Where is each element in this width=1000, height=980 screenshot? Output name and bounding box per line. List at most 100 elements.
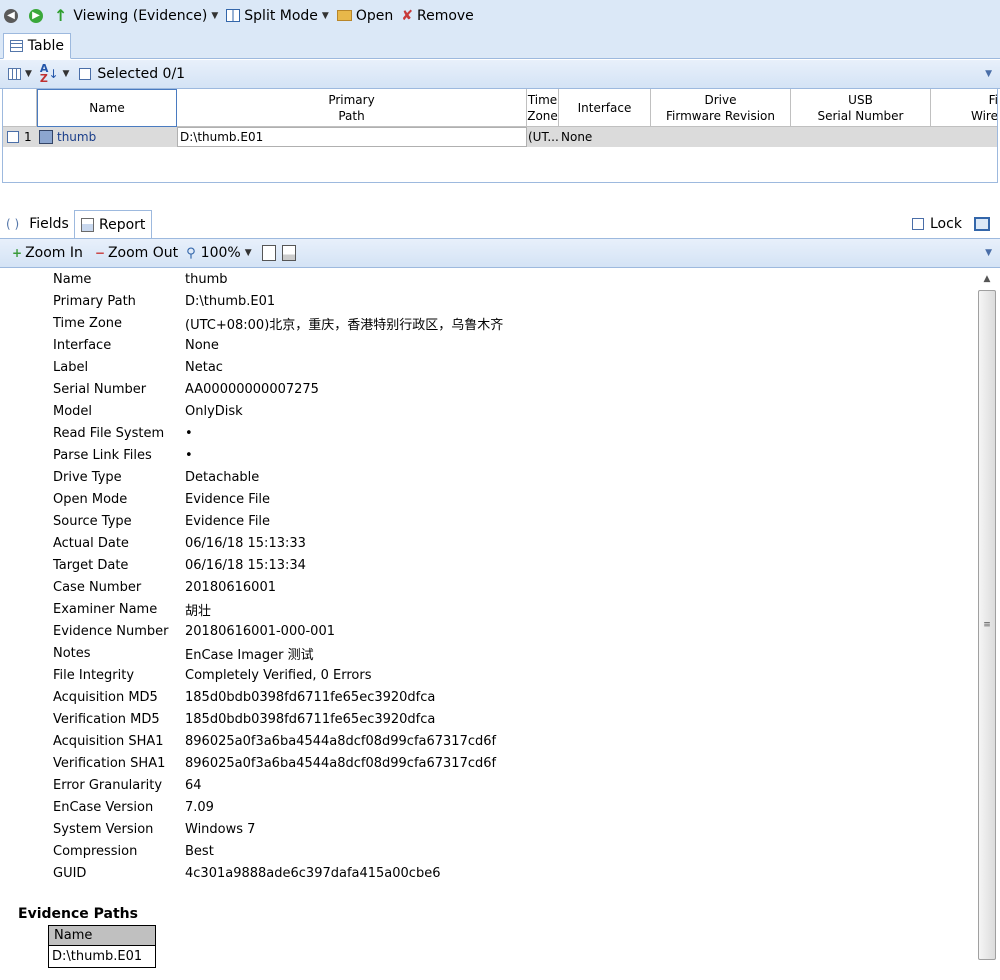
print-icon[interactable] xyxy=(281,245,296,261)
split-mode-button[interactable]: Split Mode ▼ xyxy=(226,8,329,24)
report-field-value: 7.09 xyxy=(185,799,214,815)
report-field-label: Verification SHA1 xyxy=(53,755,166,771)
scroll-right-icon[interactable]: ▶ xyxy=(979,181,997,182)
report-field-value: 896025a0f3a6ba4544a8dcf08d99cfa67317cd6f xyxy=(185,755,497,771)
col-header-primary-path[interactable]: Primary Path xyxy=(177,89,527,127)
row-checkbox[interactable] xyxy=(7,127,19,147)
report-field-label: Actual Date xyxy=(53,535,129,551)
sort-icon[interactable]: AZ xyxy=(40,63,49,84)
vertical-scrollbar[interactable]: ▲ ≡ xyxy=(977,268,997,980)
report-field-row: Interface None xyxy=(0,334,975,356)
folder-open-icon xyxy=(336,10,352,21)
window-restore-icon[interactable] xyxy=(974,217,990,231)
back-button[interactable]: ◀ xyxy=(4,8,21,23)
report-field-value: None xyxy=(185,337,219,353)
row-name-cell[interactable]: thumb xyxy=(39,127,96,147)
zoom-in-button[interactable]: Zoom In xyxy=(25,245,83,261)
report-field-label: Acquisition SHA1 xyxy=(53,733,164,749)
chevron-down-icon[interactable]: ▼ xyxy=(25,69,32,79)
report-field-value: 185d0bdb0398fd6711fe65ec3920dfca xyxy=(185,711,436,727)
report-field-label: Read File System xyxy=(53,425,165,441)
report-field-row: Actual Date 06/16/18 15:13:33 xyxy=(0,532,975,554)
scroll-left-icon[interactable]: ◀ xyxy=(5,181,25,182)
report-field-value: EnCase Imager 测试 xyxy=(185,647,314,663)
remove-button[interactable]: ✘ Remove xyxy=(401,8,474,24)
report-field-value: Best xyxy=(185,843,214,859)
report-field-label: Notes xyxy=(53,645,91,661)
report-field-label: Interface xyxy=(53,337,112,353)
report-field-label: Examiner Name xyxy=(53,601,158,617)
report-field-label: Primary Path xyxy=(53,293,136,309)
report-field-row: Label Netac xyxy=(0,356,975,378)
report-field-row: Error Granularity 64 xyxy=(0,774,975,796)
report-field-label: Open Mode xyxy=(53,491,128,507)
forward-arrow-icon: ▶ xyxy=(29,8,43,23)
row-time-zone-cell: (UT... xyxy=(528,130,559,144)
chevron-down-icon[interactable]: ▼ xyxy=(985,69,992,79)
report-field-value: OnlyDisk xyxy=(185,403,243,419)
tab-table[interactable]: Table xyxy=(3,33,71,59)
chevron-down-icon: ▼ xyxy=(211,10,219,21)
report-field-value: thumb xyxy=(185,271,228,287)
remove-label: Remove xyxy=(416,7,474,24)
scroll-thumb[interactable]: ≡ xyxy=(978,290,996,960)
tab-table-label: Table xyxy=(27,38,64,54)
chevron-down-icon[interactable]: ▼ xyxy=(63,69,70,79)
report-field-row: Serial Number AA00000000007275 xyxy=(0,378,975,400)
row-header-corner xyxy=(3,89,37,127)
report-field-value: Windows 7 xyxy=(185,821,256,837)
report-field-value: 胡壮 xyxy=(185,603,212,619)
report-field-row: Name thumb xyxy=(0,268,975,290)
export-icon[interactable] xyxy=(261,245,276,261)
report-field-label: Evidence Number xyxy=(53,623,169,639)
horizontal-scrollbar[interactable]: ◀ ||| ▶ xyxy=(3,181,997,182)
up-button[interactable]: ↑ Viewing (Evidence) ▼ xyxy=(54,6,218,25)
report-field-row: Time Zone (UTC+08:00)北京，重庆，香港特别行政区，乌鲁木齐 xyxy=(0,312,975,334)
selected-checkbox[interactable] xyxy=(79,68,92,80)
col-header-interface[interactable]: Interface xyxy=(559,89,651,127)
report-field-label: Target Date xyxy=(53,557,129,573)
columns-icon[interactable] xyxy=(8,68,21,80)
tab-fields[interactable]: ( ) Fields xyxy=(6,216,69,232)
report-field-label: Verification MD5 xyxy=(53,711,160,727)
open-button[interactable]: Open xyxy=(336,7,394,24)
tab-report[interactable]: Report xyxy=(74,210,152,238)
zoom-out-button[interactable]: Zoom Out xyxy=(108,245,178,261)
report-field-value: 06/16/18 15:13:34 xyxy=(185,557,306,573)
evidence-path-value: D:\thumb.E01 xyxy=(52,949,143,964)
report-field-label: Compression xyxy=(53,843,138,859)
report-icon xyxy=(81,217,94,232)
scroll-up-icon[interactable]: ▲ xyxy=(977,270,997,288)
col-header-name[interactable]: Name xyxy=(37,89,177,127)
col-header-firewire[interactable]: Fi Wire xyxy=(931,89,997,127)
forward-button[interactable]: ▶ xyxy=(29,8,46,23)
col-header-time-zone[interactable]: Time Zone xyxy=(527,89,559,127)
report-field-value: Completely Verified, 0 Errors xyxy=(185,667,372,683)
report-field-row: Parse Link Files • xyxy=(0,444,975,466)
report-field-label: Time Zone xyxy=(53,315,123,331)
row-interface-cell: None xyxy=(561,130,593,144)
report-field-label: Parse Link Files xyxy=(53,447,152,463)
report-field-row: System Version Windows 7 xyxy=(0,818,975,840)
zoom-level[interactable]: 100% xyxy=(201,245,241,261)
report-field-row: Case Number 20180616001 xyxy=(0,576,975,598)
report-field-value: Detachable xyxy=(185,469,260,485)
report-field-value: 64 xyxy=(185,777,202,793)
report-field-label: Label xyxy=(53,359,89,375)
col-header-drive-firmware[interactable]: Drive Firmware Revision xyxy=(651,89,791,127)
row-primary-path-cell[interactable]: D:\thumb.E01 xyxy=(177,127,527,147)
col-header-usb-serial[interactable]: USB Serial Number xyxy=(791,89,931,127)
report-field-value: • xyxy=(185,425,193,441)
lock-checkbox[interactable] xyxy=(912,218,924,230)
report-field-value: Netac xyxy=(185,359,223,375)
lock-toggle[interactable]: Lock xyxy=(912,216,962,232)
report-field-value: (UTC+08:00)北京，重庆，香港特别行政区，乌鲁木齐 xyxy=(185,317,504,333)
open-label: Open xyxy=(355,7,394,24)
report-field-label: Error Granularity xyxy=(53,777,163,793)
magnifier-icon: ⚲ xyxy=(186,245,196,261)
chevron-down-icon[interactable]: ▼ xyxy=(245,248,252,258)
evidence-paths-table: Name D:\thumb.E01 xyxy=(48,925,156,968)
report-field-row: Target Date 06/16/18 15:13:34 xyxy=(0,554,975,576)
table-row[interactable]: 1 thumb D:\thumb.E01 (UT... None xyxy=(3,127,997,147)
chevron-down-icon[interactable]: ▼ xyxy=(985,248,992,258)
